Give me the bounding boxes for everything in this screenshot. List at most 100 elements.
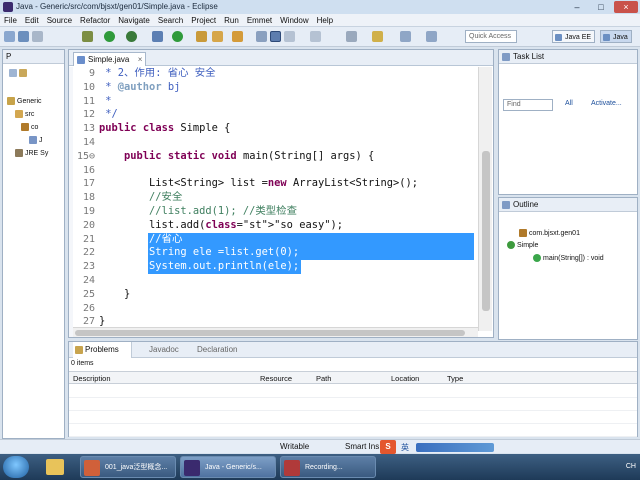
search-icon[interactable]	[232, 31, 243, 42]
code-line[interactable]: 11 *	[69, 95, 477, 109]
code-line[interactable]: 13 public class Simple {	[69, 122, 477, 136]
ime-language[interactable]: 英	[401, 442, 409, 453]
code-line[interactable]: 23 System.out.println(ele);	[69, 260, 477, 274]
toggle-block-selection-icon[interactable]	[270, 31, 281, 42]
debug-icon[interactable]	[82, 31, 93, 42]
menu-edit[interactable]: Edit	[21, 14, 43, 27]
tree-item-java-file[interactable]: J	[29, 136, 43, 144]
minimize-button[interactable]: –	[566, 1, 588, 13]
col-description[interactable]: Description	[73, 374, 111, 383]
code-line[interactable]: 14	[69, 136, 477, 150]
close-tab-icon[interactable]: ×	[138, 53, 143, 66]
tab-problems[interactable]: Problems	[73, 342, 132, 358]
code-line[interactable]: 9 * 2、作用: 省心 安全	[69, 67, 477, 81]
code-line[interactable]: 19 //list.add(1); //类型检查	[69, 205, 477, 219]
code-line[interactable]: 26	[69, 302, 477, 316]
col-location[interactable]: Location	[391, 374, 419, 383]
quick-access-input[interactable]: Quick Access	[465, 30, 517, 43]
table-row	[69, 385, 637, 398]
taskbar-app-ppt[interactable]: 001_java泛型概念...	[80, 456, 176, 478]
outline-method[interactable]: main(String[]) : void	[533, 254, 604, 262]
menu-search[interactable]: Search	[154, 14, 187, 27]
code-line[interactable]: 25 }	[69, 288, 477, 302]
tree-item-jre[interactable]: JRE Sy	[15, 149, 48, 157]
file-explorer-icon[interactable]	[46, 459, 64, 475]
taskbar-app-eclipse-label: Java - Generic/s...	[205, 464, 262, 471]
code-line[interactable]: 12 */	[69, 108, 477, 122]
show-whitespace-icon[interactable]	[284, 31, 295, 42]
code-area[interactable]: 9 * 2、作用: 省心 安全 10 * @author bj 11 * 12 */1…	[69, 67, 477, 331]
input-language-indicator[interactable]: CH	[626, 463, 636, 470]
menu-refactor[interactable]: Refactor	[76, 14, 114, 27]
new-icon[interactable]	[4, 31, 15, 42]
vertical-scroll-thumb[interactable]	[482, 151, 490, 311]
link-editor-icon[interactable]	[19, 69, 27, 77]
package-icon	[519, 229, 527, 237]
line-number: 25	[82, 288, 95, 300]
open-type-icon[interactable]	[196, 31, 207, 42]
menu-help[interactable]: Help	[313, 14, 337, 27]
menu-project[interactable]: Project	[187, 14, 220, 27]
task-activate-link[interactable]: Activate...	[591, 100, 622, 107]
run-icon[interactable]	[104, 31, 115, 42]
paragraph-icon[interactable]	[310, 31, 321, 42]
outline-tab[interactable]: Outline	[499, 198, 637, 212]
close-button[interactable]: ×	[614, 1, 638, 13]
outline-package[interactable]: com.bjsxt.gen01	[519, 229, 580, 237]
perspective-java[interactable]: Java	[600, 30, 632, 43]
perspective-java-ee[interactable]: Java EE	[552, 30, 596, 43]
code-line[interactable]: 16	[69, 164, 477, 178]
print-icon[interactable]	[32, 31, 43, 42]
horizontal-scrollbar[interactable]	[73, 327, 478, 337]
next-annotation-icon[interactable]	[346, 31, 357, 42]
tab-declaration[interactable]: Declaration	[197, 342, 237, 358]
ime-toolbar-icons[interactable]	[416, 443, 494, 452]
new-java-project-icon[interactable]	[152, 31, 163, 42]
last-edit-icon[interactable]	[372, 31, 383, 42]
menu-emmet[interactable]: Emmet	[243, 14, 276, 27]
menu-run[interactable]: Run	[220, 14, 243, 27]
code-line[interactable]: 17 List<String> list =new ArrayList<Stri…	[69, 177, 477, 191]
code-line[interactable]: 24	[69, 274, 477, 288]
col-path[interactable]: Path	[316, 374, 331, 383]
code-line[interactable]: 15⊖ public static void main(String[] arg…	[69, 150, 477, 164]
tree-item-package[interactable]: co	[21, 123, 38, 131]
run-external-icon[interactable]	[126, 31, 137, 42]
forward-icon[interactable]	[426, 31, 437, 42]
code-line[interactable]: 18 //安全	[69, 191, 477, 205]
sogou-ime-icon[interactable]: S	[380, 440, 396, 454]
task-find-input[interactable]: Find	[503, 99, 553, 111]
editor-tab-simple-java[interactable]: Simple.java ×	[73, 52, 147, 66]
tree-item-src[interactable]: src	[15, 110, 34, 118]
back-icon[interactable]	[400, 31, 411, 42]
col-type[interactable]: Type	[447, 374, 463, 383]
taskbar-app-recording[interactable]: Recording...	[280, 456, 376, 478]
code-line[interactable]: 10 * @author bj	[69, 81, 477, 95]
tree-item-generic[interactable]: Generic	[7, 97, 42, 105]
horizontal-scroll-thumb[interactable]	[75, 330, 465, 336]
save-icon[interactable]	[18, 31, 29, 42]
new-class-icon[interactable]	[172, 31, 183, 42]
package-explorer-tab[interactable]: P	[3, 50, 64, 64]
col-resource[interactable]: Resource	[260, 374, 292, 383]
outline-class[interactable]: Simple	[507, 241, 538, 249]
open-task-icon[interactable]	[212, 31, 223, 42]
menu-source[interactable]: Source	[43, 14, 76, 27]
tab-javadoc[interactable]: Javadoc	[149, 342, 179, 358]
maximize-button[interactable]: □	[590, 1, 612, 13]
menu-navigate[interactable]: Navigate	[114, 14, 154, 27]
start-button[interactable]	[3, 456, 29, 478]
code-line[interactable]: 21 //省心	[69, 232, 477, 247]
menu-file[interactable]: File	[0, 14, 21, 27]
code-text: public class Simple {	[99, 122, 231, 135]
vertical-scrollbar[interactable]	[478, 67, 492, 331]
collapse-all-icon[interactable]	[9, 69, 17, 77]
code-text: */	[99, 108, 118, 121]
toggle-mark-occurrences-icon[interactable]	[256, 31, 267, 42]
menu-window[interactable]: Window	[276, 14, 312, 27]
taskbar-app-eclipse[interactable]: Java - Generic/s...	[180, 456, 276, 478]
code-line[interactable]: 22 String ele =list.get(0);	[69, 246, 477, 261]
task-all-link[interactable]: All	[565, 100, 573, 107]
code-line[interactable]: 20 list.add(class="st">"so easy");	[69, 219, 477, 233]
task-list-tab[interactable]: Task List	[499, 50, 637, 64]
